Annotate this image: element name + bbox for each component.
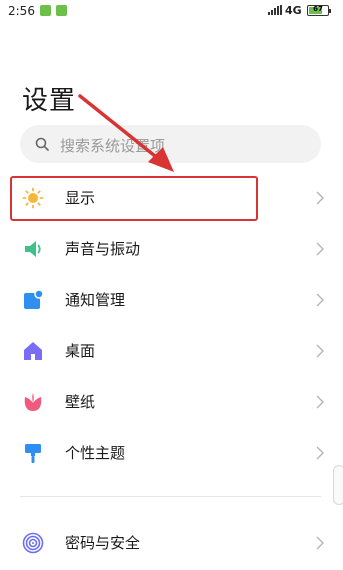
settings-item-notifications[interactable]: 通知管理 xyxy=(0,275,343,325)
status-time: 2:56 xyxy=(8,4,35,18)
chevron-right-icon xyxy=(316,344,324,358)
page-title: 设置 xyxy=(22,86,77,116)
settings-item-label: 壁纸 xyxy=(65,393,96,411)
settings-item-sound[interactable]: 声音与振动 xyxy=(0,224,343,274)
notification-app-icon xyxy=(56,5,67,16)
speaker-icon xyxy=(25,241,41,257)
chevron-right-icon xyxy=(316,446,324,460)
settings-item-label: 桌面 xyxy=(65,342,96,360)
search-icon xyxy=(35,137,49,151)
fingerprint-icon xyxy=(22,532,44,554)
brush-icon xyxy=(25,444,41,463)
chevron-right-icon xyxy=(316,536,324,550)
notification-icon xyxy=(24,289,44,309)
battery-level: 67 xyxy=(313,5,323,13)
search-input[interactable]: 搜索系统设置项 xyxy=(20,125,321,163)
section-divider xyxy=(20,496,321,497)
settings-item-label: 个性主题 xyxy=(65,444,126,462)
settings-item-label: 密码与安全 xyxy=(65,534,141,552)
chevron-right-icon xyxy=(316,242,324,256)
chevron-right-icon xyxy=(316,395,324,409)
settings-item-label: 通知管理 xyxy=(65,291,126,309)
scroll-handle[interactable] xyxy=(333,465,343,505)
settings-item-wallpaper[interactable]: 壁纸 xyxy=(0,377,343,427)
flower-icon xyxy=(24,393,42,411)
battery-icon: 67 xyxy=(307,5,331,16)
chevron-right-icon xyxy=(316,293,324,307)
settings-item-themes[interactable]: 个性主题 xyxy=(0,428,343,478)
settings-item-label: 声音与振动 xyxy=(65,240,141,258)
status-bar: 2:56 4G 67 xyxy=(0,0,343,24)
signal-icon xyxy=(268,5,282,15)
settings-item-password-security[interactable]: 密码与安全 xyxy=(0,518,343,568)
search-placeholder: 搜索系统设置项 xyxy=(60,137,166,155)
notification-app-icon xyxy=(40,5,51,16)
chevron-right-icon xyxy=(316,191,324,205)
home-icon xyxy=(24,342,42,360)
settings-item-desktop[interactable]: 桌面 xyxy=(0,326,343,376)
network-type: 4G xyxy=(285,4,302,17)
annotation-highlight-box xyxy=(10,176,258,221)
